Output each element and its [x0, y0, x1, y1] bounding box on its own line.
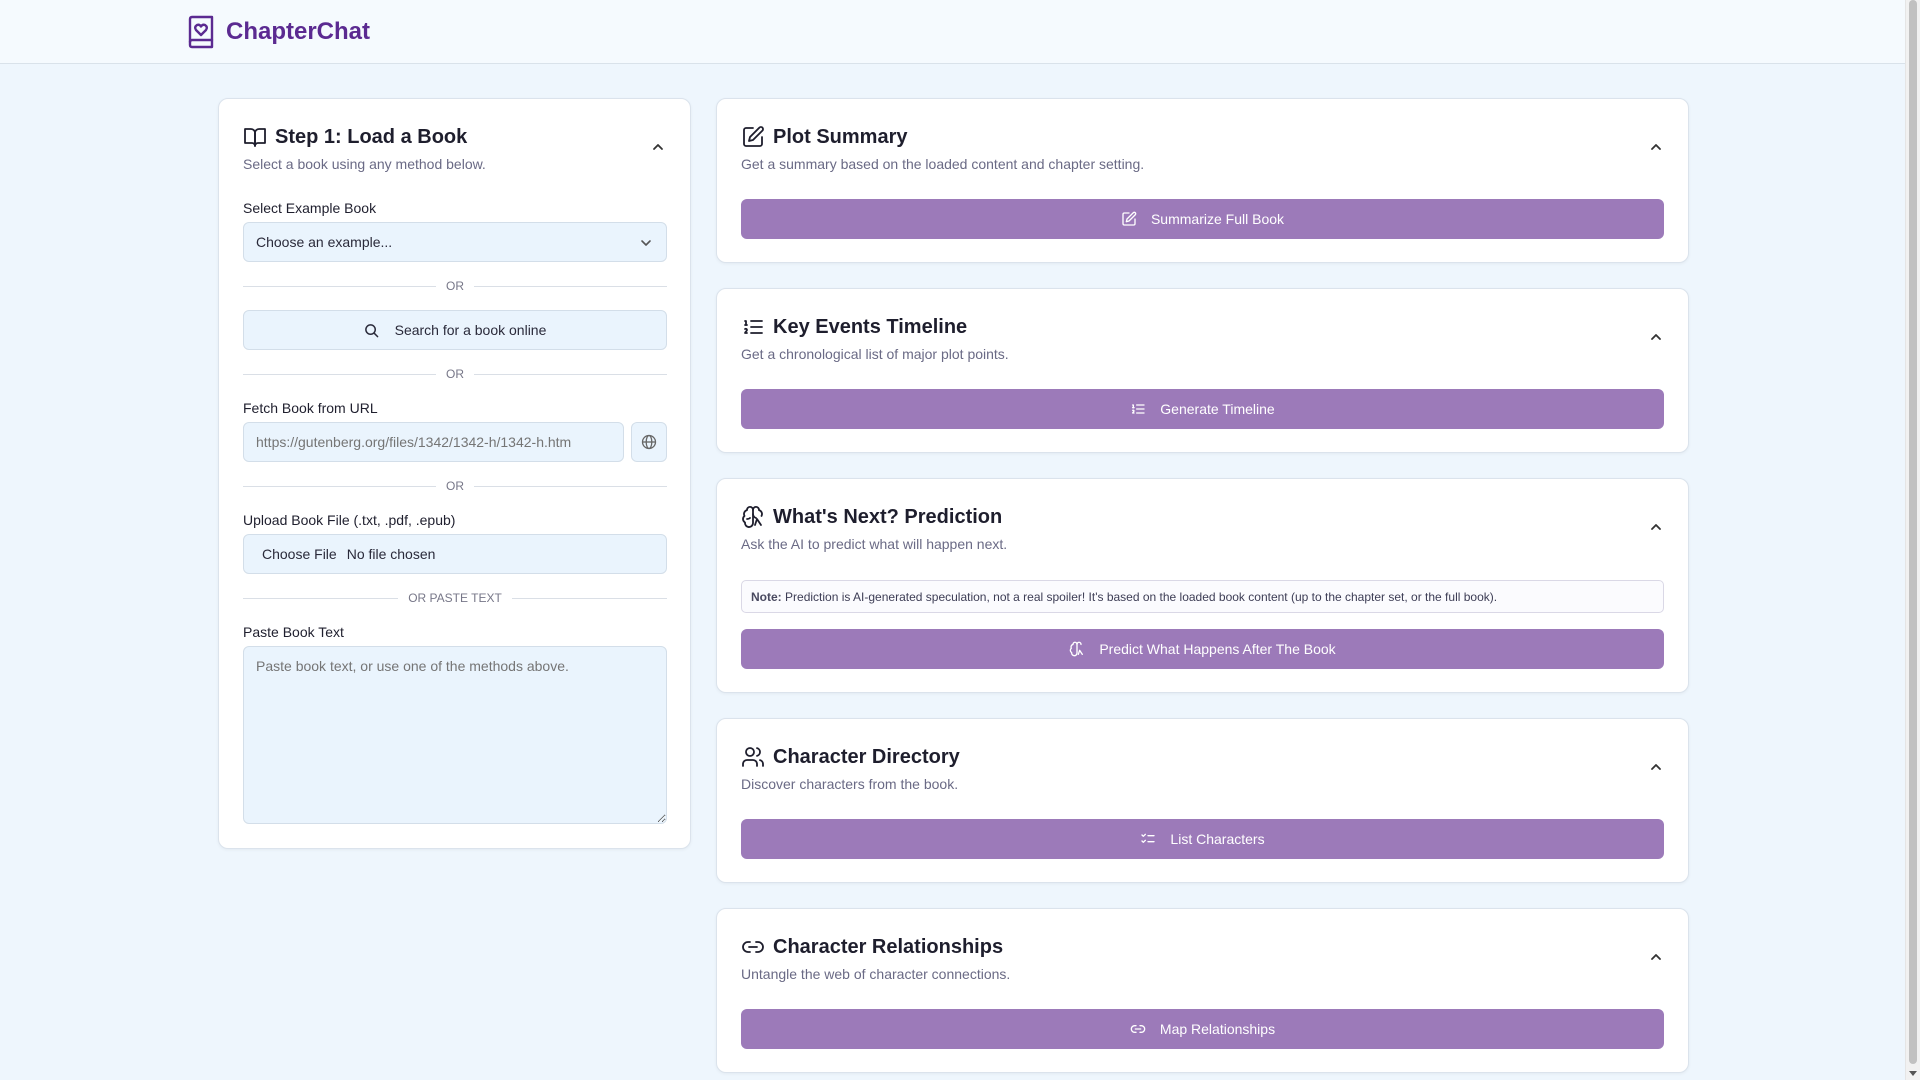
- users-icon: [742, 747, 764, 767]
- summarize-button[interactable]: Summarize Full Book: [741, 199, 1664, 239]
- card-title: Key Events Timeline: [773, 315, 968, 338]
- button-label: Generate Timeline: [1160, 401, 1275, 417]
- or-divider: OR: [243, 279, 667, 293]
- search-icon: [364, 323, 378, 337]
- scrollbar-thumb[interactable]: [1909, 0, 1917, 1064]
- example-select-value: Choose an example...: [256, 234, 393, 250]
- link-icon: [1130, 1025, 1146, 1033]
- no-file-text: No file chosen: [346, 546, 436, 562]
- card-title: Character Directory: [773, 745, 960, 768]
- chevron-up-icon[interactable]: [650, 139, 666, 155]
- card-title: Step 1: Load a Book: [275, 125, 468, 148]
- link-icon: [742, 941, 764, 953]
- button-label: Map Relationships: [1159, 1021, 1276, 1037]
- button-label: Summarize Full Book: [1150, 211, 1285, 227]
- generate-timeline-button[interactable]: Generate Timeline: [741, 389, 1664, 429]
- paste-label: Paste Book Text: [243, 624, 344, 640]
- list-characters-button[interactable]: List Characters: [741, 819, 1664, 859]
- button-label: Predict What Happens After The Book: [1099, 641, 1336, 657]
- card-description: Select a book using any method below.: [243, 156, 486, 172]
- map-relationships-button[interactable]: Map Relationships: [741, 1009, 1664, 1049]
- chevron-down-icon: [641, 240, 651, 246]
- search-button-label: Search for a book online: [394, 322, 547, 338]
- chevron-up-icon[interactable]: [1648, 329, 1664, 345]
- app-header: ChapterChat: [0, 0, 1905, 64]
- file-upload-input[interactable]: Choose File No file chosen: [243, 534, 667, 574]
- list-ordered-icon: [744, 320, 763, 334]
- page-scrollbar[interactable]: [1905, 0, 1920, 1080]
- character-relationships-card: Character Relationships Untangle the web…: [716, 908, 1689, 1073]
- app-title: ChapterChat: [226, 18, 371, 45]
- chevron-up-icon[interactable]: [1648, 139, 1664, 155]
- or-divider: OR: [243, 479, 667, 493]
- book-heart-icon: [188, 15, 214, 49]
- url-label: Fetch Book from URL: [243, 400, 378, 416]
- edit-note-icon: [1122, 211, 1137, 226]
- fetch-url-button[interactable]: [631, 422, 667, 462]
- scroll-down-arrow[interactable]: [1909, 1071, 1917, 1076]
- prediction-note: Note: Prediction is AI-generated specula…: [741, 580, 1664, 613]
- card-description: Untangle the web of character connection…: [741, 966, 1011, 982]
- character-directory-card: Character Directory Discover characters …: [716, 718, 1689, 883]
- card-description: Get a chronological list of major plot p…: [741, 346, 1009, 362]
- card-description: Ask the AI to predict what will happen n…: [741, 536, 1008, 552]
- timeline-card: Key Events Timeline Get a chronological …: [716, 288, 1689, 453]
- brand[interactable]: ChapterChat: [186, 15, 370, 49]
- globe-icon: [641, 434, 657, 450]
- brain-icon: [1070, 641, 1084, 657]
- choose-file-button[interactable]: Choose File: [262, 546, 337, 562]
- example-label: Select Example Book: [243, 200, 377, 216]
- paste-text-area[interactable]: [243, 646, 667, 824]
- or-paste-divider: OR PASTE TEXT: [243, 591, 668, 605]
- url-input[interactable]: [243, 422, 624, 462]
- plot-summary-card: Plot Summary Get a summary based on the …: [716, 98, 1689, 263]
- search-online-button[interactable]: Search for a book online: [243, 310, 667, 350]
- card-description: Discover characters from the book.: [741, 776, 959, 792]
- card-title: What's Next? Prediction: [773, 505, 1003, 528]
- card-title: Character Relationships: [773, 935, 1004, 958]
- chevron-up-icon[interactable]: [1648, 759, 1664, 775]
- button-label: List Characters: [1170, 831, 1265, 847]
- chevron-up-icon[interactable]: [1648, 519, 1664, 535]
- open-book-icon: [244, 128, 266, 147]
- chevron-up-icon[interactable]: [1648, 949, 1664, 965]
- or-divider: OR: [243, 367, 667, 381]
- edit-note-icon: [743, 126, 764, 147]
- list-ordered-icon: [1132, 404, 1145, 414]
- upload-label: Upload Book File (.txt, .pdf, .epub): [243, 512, 456, 528]
- card-title: Plot Summary: [773, 125, 908, 148]
- note-label: Note:: [751, 590, 782, 604]
- list-checks-icon: [1141, 833, 1156, 843]
- example-book-select[interactable]: Choose an example...: [243, 222, 667, 262]
- predict-button[interactable]: Predict What Happens After The Book: [741, 629, 1664, 669]
- card-description: Get a summary based on the loaded conten…: [741, 156, 1145, 172]
- load-book-card: Step 1: Load a Book Select a book using …: [218, 98, 691, 849]
- note-text: Prediction is AI-generated speculation, …: [785, 590, 1498, 604]
- brain-icon: [742, 506, 763, 528]
- prediction-card: What's Next? Prediction Ask the AI to pr…: [716, 478, 1689, 693]
